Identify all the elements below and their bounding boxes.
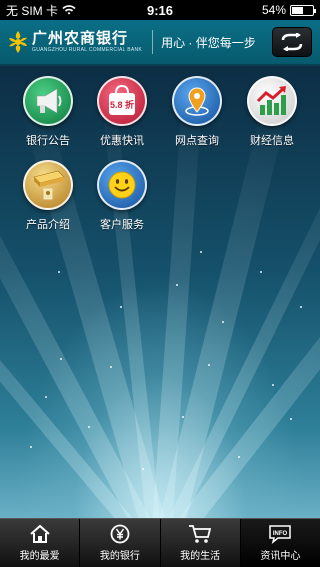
bank-logo: 广州农商银行 GUANGZHOU RURAL COMMERCIAL BANK (8, 30, 142, 54)
star (176, 284, 178, 286)
tab-label: 我的最爱 (19, 551, 60, 562)
tab-bar: 我的最爱 我的银行 我的生活 INFO 资讯中心 (0, 518, 320, 567)
tab-label: 资讯中心 (260, 551, 301, 562)
chart-icon (247, 76, 297, 126)
tab-my-life[interactable]: 我的生活 (161, 519, 241, 567)
star (290, 418, 292, 420)
tile-label: 产品介绍 (26, 219, 70, 231)
megaphone-icon (23, 76, 73, 126)
tab-favorites[interactable]: 我的最爱 (0, 519, 81, 567)
star (182, 416, 184, 418)
logo-text: 广州农商银行 GUANGZHOU RURAL COMMERCIAL BANK (32, 29, 143, 54)
battery-fill (292, 6, 303, 14)
smiley-icon (97, 160, 147, 210)
star (208, 364, 210, 366)
star (222, 321, 224, 323)
tab-my-bank[interactable]: 我的银行 (80, 519, 161, 567)
star (60, 358, 62, 360)
star (260, 271, 262, 273)
gold-icon (23, 160, 73, 210)
yen-coin-icon (110, 524, 130, 544)
tile-label: 客户服务 (100, 219, 144, 231)
wifi-icon (62, 5, 76, 15)
switch-arrows-icon (281, 33, 303, 51)
bank-logo-icon (9, 31, 27, 53)
tile-label: 优惠快讯 (100, 135, 144, 147)
app-header: 广州农商银行 GUANGZHOU RURAL COMMERCIAL BANK 用… (0, 20, 320, 65)
battery-percent: 54% (261, 3, 286, 17)
cart-icon (189, 525, 212, 543)
star (142, 468, 144, 470)
header-divider (152, 30, 154, 54)
tab-label: 我的生活 (180, 551, 221, 562)
star (88, 426, 90, 428)
star (238, 456, 240, 458)
star (58, 271, 60, 273)
switch-button[interactable] (272, 27, 312, 57)
star (30, 446, 32, 448)
tile-label: 财经信息 (250, 135, 294, 147)
tile-bank-notice[interactable]: 银行公告 (13, 76, 83, 148)
tile-finance-info[interactable]: 财经信息 (237, 76, 307, 148)
star (300, 306, 302, 308)
star (110, 366, 112, 368)
star (45, 396, 47, 398)
status-bar: 无 SIM 卡 9:16 54% (0, 0, 320, 20)
map-pin-icon (172, 76, 222, 126)
star (272, 384, 274, 386)
logo-en: GUANGZHOU RURAL COMMERCIAL BANK (32, 46, 143, 53)
tab-label: 我的银行 (99, 551, 140, 562)
tile-label: 网点查询 (175, 135, 219, 147)
tile-products[interactable]: 产品介绍 (13, 160, 83, 232)
logo-cn: 广州农商银行 (32, 29, 129, 47)
star (200, 251, 202, 253)
status-left: 无 SIM 卡 (6, 2, 76, 19)
svg-text:INFO: INFO (273, 531, 288, 537)
status-right: 54% (261, 3, 316, 17)
tile-promotions[interactable]: 5.8 折 优惠快讯 (87, 76, 157, 148)
shopping-bag-icon: 5.8 折 (97, 76, 147, 126)
tile-customer-service[interactable]: 客户服务 (87, 160, 157, 232)
info-icon: INFO (269, 525, 292, 544)
tile-label: 银行公告 (26, 135, 70, 147)
main-content: 银行公告 5.8 折 优惠快讯 网点查询 财经信息 产品介绍 客户服务 (0, 66, 320, 518)
home-icon (29, 524, 50, 543)
tab-info-center[interactable]: INFO 资讯中心 (240, 519, 320, 567)
promo-badge: 5.8 折 (110, 99, 134, 110)
tile-branch-search[interactable]: 网点查询 (162, 76, 232, 148)
star (120, 306, 122, 308)
carrier-text: 无 SIM 卡 (6, 3, 59, 18)
battery-icon (290, 4, 316, 16)
slogan: 用心 · 伴您每一步 (161, 35, 256, 50)
